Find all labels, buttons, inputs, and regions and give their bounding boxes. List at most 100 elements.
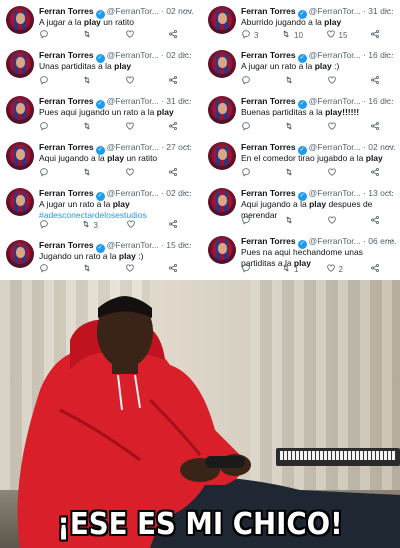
avatar[interactable]: [6, 50, 34, 78]
author-handle[interactable]: @FerranTor...: [309, 96, 361, 106]
hashtag-link[interactable]: #adesconectardelosestudios: [39, 210, 147, 220]
author-handle[interactable]: @FerranTor...: [309, 236, 361, 246]
author-handle[interactable]: @FerranTor...: [309, 50, 361, 60]
heart-icon-button[interactable]: [125, 29, 138, 41]
more-options-icon[interactable]: ···: [183, 141, 192, 151]
author-name[interactable]: Ferran Torres: [241, 96, 296, 106]
author-handle[interactable]: @FerranTor...: [309, 142, 361, 152]
tweet-card[interactable]: Ferran Torres✓@FerranTor... · 02 dic. 12…: [0, 44, 196, 90]
retweet-icon-button[interactable]: [284, 75, 297, 87]
reply-icon-button[interactable]: [39, 29, 52, 41]
retweet-icon-button[interactable]: [82, 121, 95, 133]
author-handle[interactable]: @FerranTor...: [107, 188, 159, 198]
avatar[interactable]: [6, 142, 34, 170]
author-name[interactable]: Ferran Torres: [241, 6, 296, 16]
heart-icon-button[interactable]: [327, 121, 340, 133]
heart-icon-button[interactable]: 2: [326, 263, 343, 275]
author-name[interactable]: Ferran Torres: [241, 50, 296, 60]
author-handle[interactable]: @FerranTor...: [107, 142, 159, 152]
author-name[interactable]: Ferran Torres: [39, 240, 94, 250]
tweet-card[interactable]: Ferran Torres✓@FerranTor... · 31 dic. 12…: [202, 0, 398, 44]
avatar[interactable]: [208, 236, 236, 264]
more-options-icon[interactable]: ···: [183, 95, 192, 105]
author-name[interactable]: Ferran Torres: [241, 236, 296, 246]
share-icon-button[interactable]: [370, 121, 380, 133]
heart-icon-button[interactable]: [327, 75, 340, 87]
avatar[interactable]: [208, 6, 236, 34]
avatar[interactable]: [6, 188, 34, 216]
more-options-icon[interactable]: ···: [385, 141, 394, 151]
share-icon-button[interactable]: [370, 75, 380, 87]
heart-icon-button[interactable]: [327, 167, 340, 179]
reply-icon-button[interactable]: [241, 167, 254, 179]
more-options-icon[interactable]: ···: [183, 49, 192, 59]
more-options-icon[interactable]: ···: [385, 95, 394, 105]
avatar[interactable]: [208, 142, 236, 170]
author-handle[interactable]: @FerranTor...: [107, 50, 159, 60]
retweet-icon-button[interactable]: [284, 121, 297, 133]
share-icon-button[interactable]: [168, 121, 178, 133]
more-options-icon[interactable]: ···: [183, 187, 192, 197]
reply-icon-button[interactable]: [39, 75, 52, 87]
reply-icon-button[interactable]: [39, 167, 52, 179]
tweet-card[interactable]: Ferran Torres✓@FerranTor... · 16 dic. 12…: [202, 90, 398, 136]
retweet-icon-button[interactable]: 10: [281, 29, 303, 41]
avatar[interactable]: [6, 240, 34, 268]
reply-icon-button[interactable]: [39, 219, 52, 231]
author-handle[interactable]: @FerranTor...: [107, 240, 159, 250]
more-options-icon[interactable]: ···: [385, 49, 394, 59]
avatar[interactable]: [208, 96, 236, 124]
share-icon-button[interactable]: [168, 29, 178, 41]
author-name[interactable]: Ferran Torres: [241, 142, 296, 152]
author-name[interactable]: Ferran Torres: [39, 6, 94, 16]
share-icon-button[interactable]: [370, 215, 380, 227]
reply-icon-button[interactable]: [241, 215, 254, 227]
avatar[interactable]: [208, 188, 236, 216]
retweet-icon-button[interactable]: [82, 167, 95, 179]
heart-icon-button[interactable]: [125, 263, 138, 275]
share-icon-button[interactable]: [370, 29, 380, 41]
share-icon-button[interactable]: [168, 167, 178, 179]
tweet-card[interactable]: Ferran Torres✓@FerranTor... · 27 oct. 12…: [0, 136, 196, 182]
retweet-icon-button[interactable]: [82, 29, 95, 41]
author-name[interactable]: Ferran Torres: [39, 142, 94, 152]
tweet-card[interactable]: Ferran Torres✓@FerranTor... · 13 oct. 12…: [202, 182, 398, 230]
heart-icon-button[interactable]: 15: [326, 29, 347, 41]
more-options-icon[interactable]: ···: [385, 187, 394, 197]
author-handle[interactable]: @FerranTor...: [107, 6, 159, 16]
avatar[interactable]: [6, 6, 34, 34]
tweet-card[interactable]: Ferran Torres✓@FerranTor... · 15 dic. 12…: [0, 234, 196, 278]
retweet-icon-button[interactable]: 3: [81, 219, 98, 231]
tweet-card[interactable]: Ferran Torres✓@FerranTor... · 02 nov. 12…: [202, 136, 398, 182]
avatar[interactable]: [208, 50, 236, 78]
author-name[interactable]: Ferran Torres: [39, 96, 94, 106]
retweet-icon-button[interactable]: [284, 167, 297, 179]
reply-icon-button[interactable]: [39, 121, 52, 133]
author-name[interactable]: Ferran Torres: [39, 50, 94, 60]
reply-icon-button[interactable]: [241, 121, 254, 133]
retweet-icon-button[interactable]: [82, 75, 95, 87]
tweet-card[interactable]: Ferran Torres✓@FerranTor... · 02 nov. 12…: [0, 0, 196, 44]
share-icon-button[interactable]: [370, 167, 380, 179]
retweet-icon-button[interactable]: [82, 263, 95, 275]
more-options-icon[interactable]: ···: [385, 235, 394, 245]
author-name[interactable]: Ferran Torres: [241, 188, 296, 198]
share-icon-button[interactable]: [370, 263, 380, 275]
more-options-icon[interactable]: ···: [385, 5, 394, 15]
author-name[interactable]: Ferran Torres: [39, 188, 94, 198]
tweet-card[interactable]: Ferran Torres✓@FerranTor... · 06 ene. 13…: [202, 230, 398, 278]
tweet-card[interactable]: Ferran Torres✓@FerranTor... · 02 dic. 12…: [0, 182, 196, 234]
reply-icon-button[interactable]: [39, 263, 52, 275]
reply-icon-button[interactable]: [241, 75, 254, 87]
more-options-icon[interactable]: ···: [183, 239, 192, 249]
tweet-card[interactable]: Ferran Torres✓@FerranTor... · 16 dic. 12…: [202, 44, 398, 90]
reply-icon-button[interactable]: 3: [241, 29, 258, 41]
heart-icon-button[interactable]: [126, 219, 139, 231]
tweet-card[interactable]: Ferran Torres✓@FerranTor... · 31 dic. 12…: [0, 90, 196, 136]
avatar[interactable]: [6, 96, 34, 124]
heart-icon-button[interactable]: [125, 121, 138, 133]
more-options-icon[interactable]: ···: [183, 5, 192, 15]
retweet-icon-button[interactable]: 1: [281, 263, 298, 275]
author-handle[interactable]: @FerranTor...: [309, 188, 361, 198]
heart-icon-button[interactable]: [125, 167, 138, 179]
